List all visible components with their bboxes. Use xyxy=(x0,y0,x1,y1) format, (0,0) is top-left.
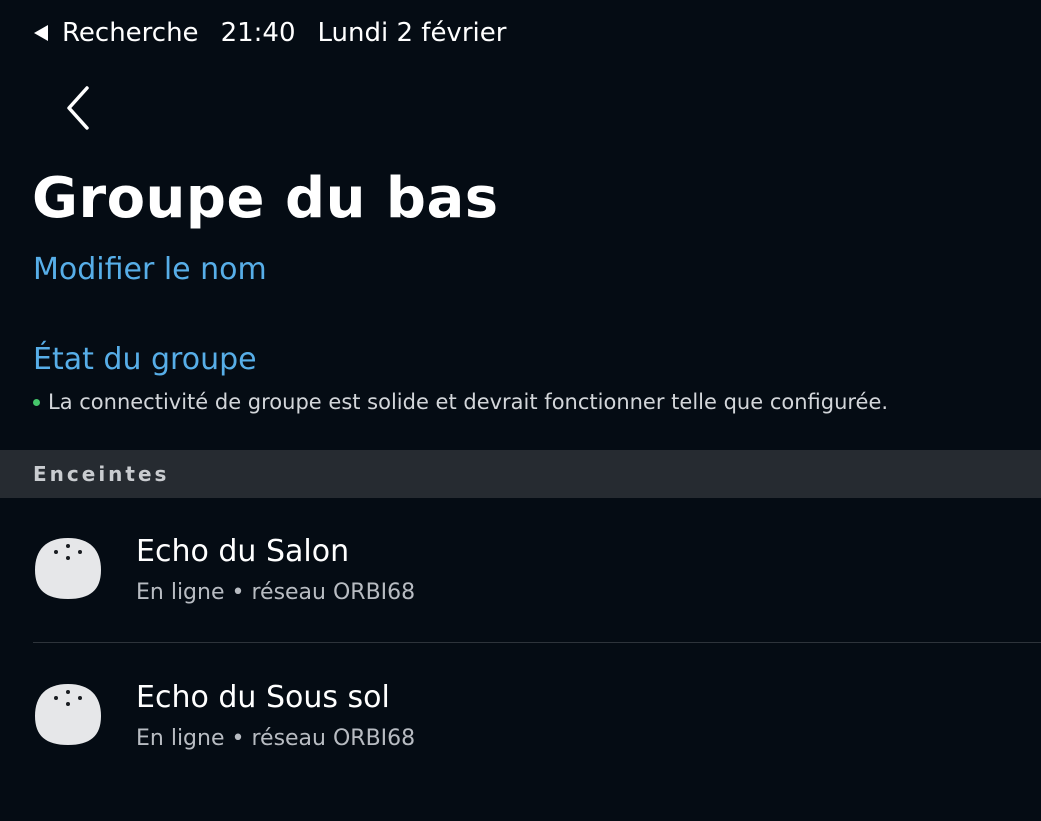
device-row-echo-salon[interactable]: Echo du Salon En ligne • réseau ORBI68 xyxy=(0,498,1041,644)
group-status-text: La connectivité de groupe est solide et … xyxy=(48,390,889,414)
status-bar: Recherche 21:40 Lundi 2 février xyxy=(34,16,506,50)
group-status-heading[interactable]: État du groupe xyxy=(33,342,257,377)
back-to-app-button[interactable]: Recherche xyxy=(34,18,199,48)
status-time: 21:40 xyxy=(220,18,296,48)
device-row-echo-sous-sol[interactable]: Echo du Sous sol En ligne • réseau ORBI6… xyxy=(0,644,1041,790)
rename-group-link[interactable]: Modifier le nom xyxy=(33,252,267,287)
device-name: Echo du Sous sol xyxy=(136,680,390,715)
page-title: Groupe du bas xyxy=(32,166,499,231)
device-status: En ligne • réseau ORBI68 xyxy=(136,580,416,605)
back-triangle-icon xyxy=(34,25,48,41)
back-button[interactable] xyxy=(50,78,106,138)
group-status-message: La connectivité de groupe est solide et … xyxy=(33,388,888,416)
device-name: Echo du Salon xyxy=(136,534,350,569)
echo-dot-icon xyxy=(35,684,101,745)
status-date: Lundi 2 février xyxy=(317,18,507,48)
section-header-label: Enceintes xyxy=(33,462,170,486)
row-divider xyxy=(33,642,1041,643)
back-app-label: Recherche xyxy=(62,18,199,48)
echo-dot-icon xyxy=(35,538,101,599)
speakers-section-header: Enceintes xyxy=(0,450,1041,498)
status-indicator-dot xyxy=(33,398,40,406)
device-status: En ligne • réseau ORBI68 xyxy=(136,726,416,751)
chevron-left-icon xyxy=(67,86,89,130)
